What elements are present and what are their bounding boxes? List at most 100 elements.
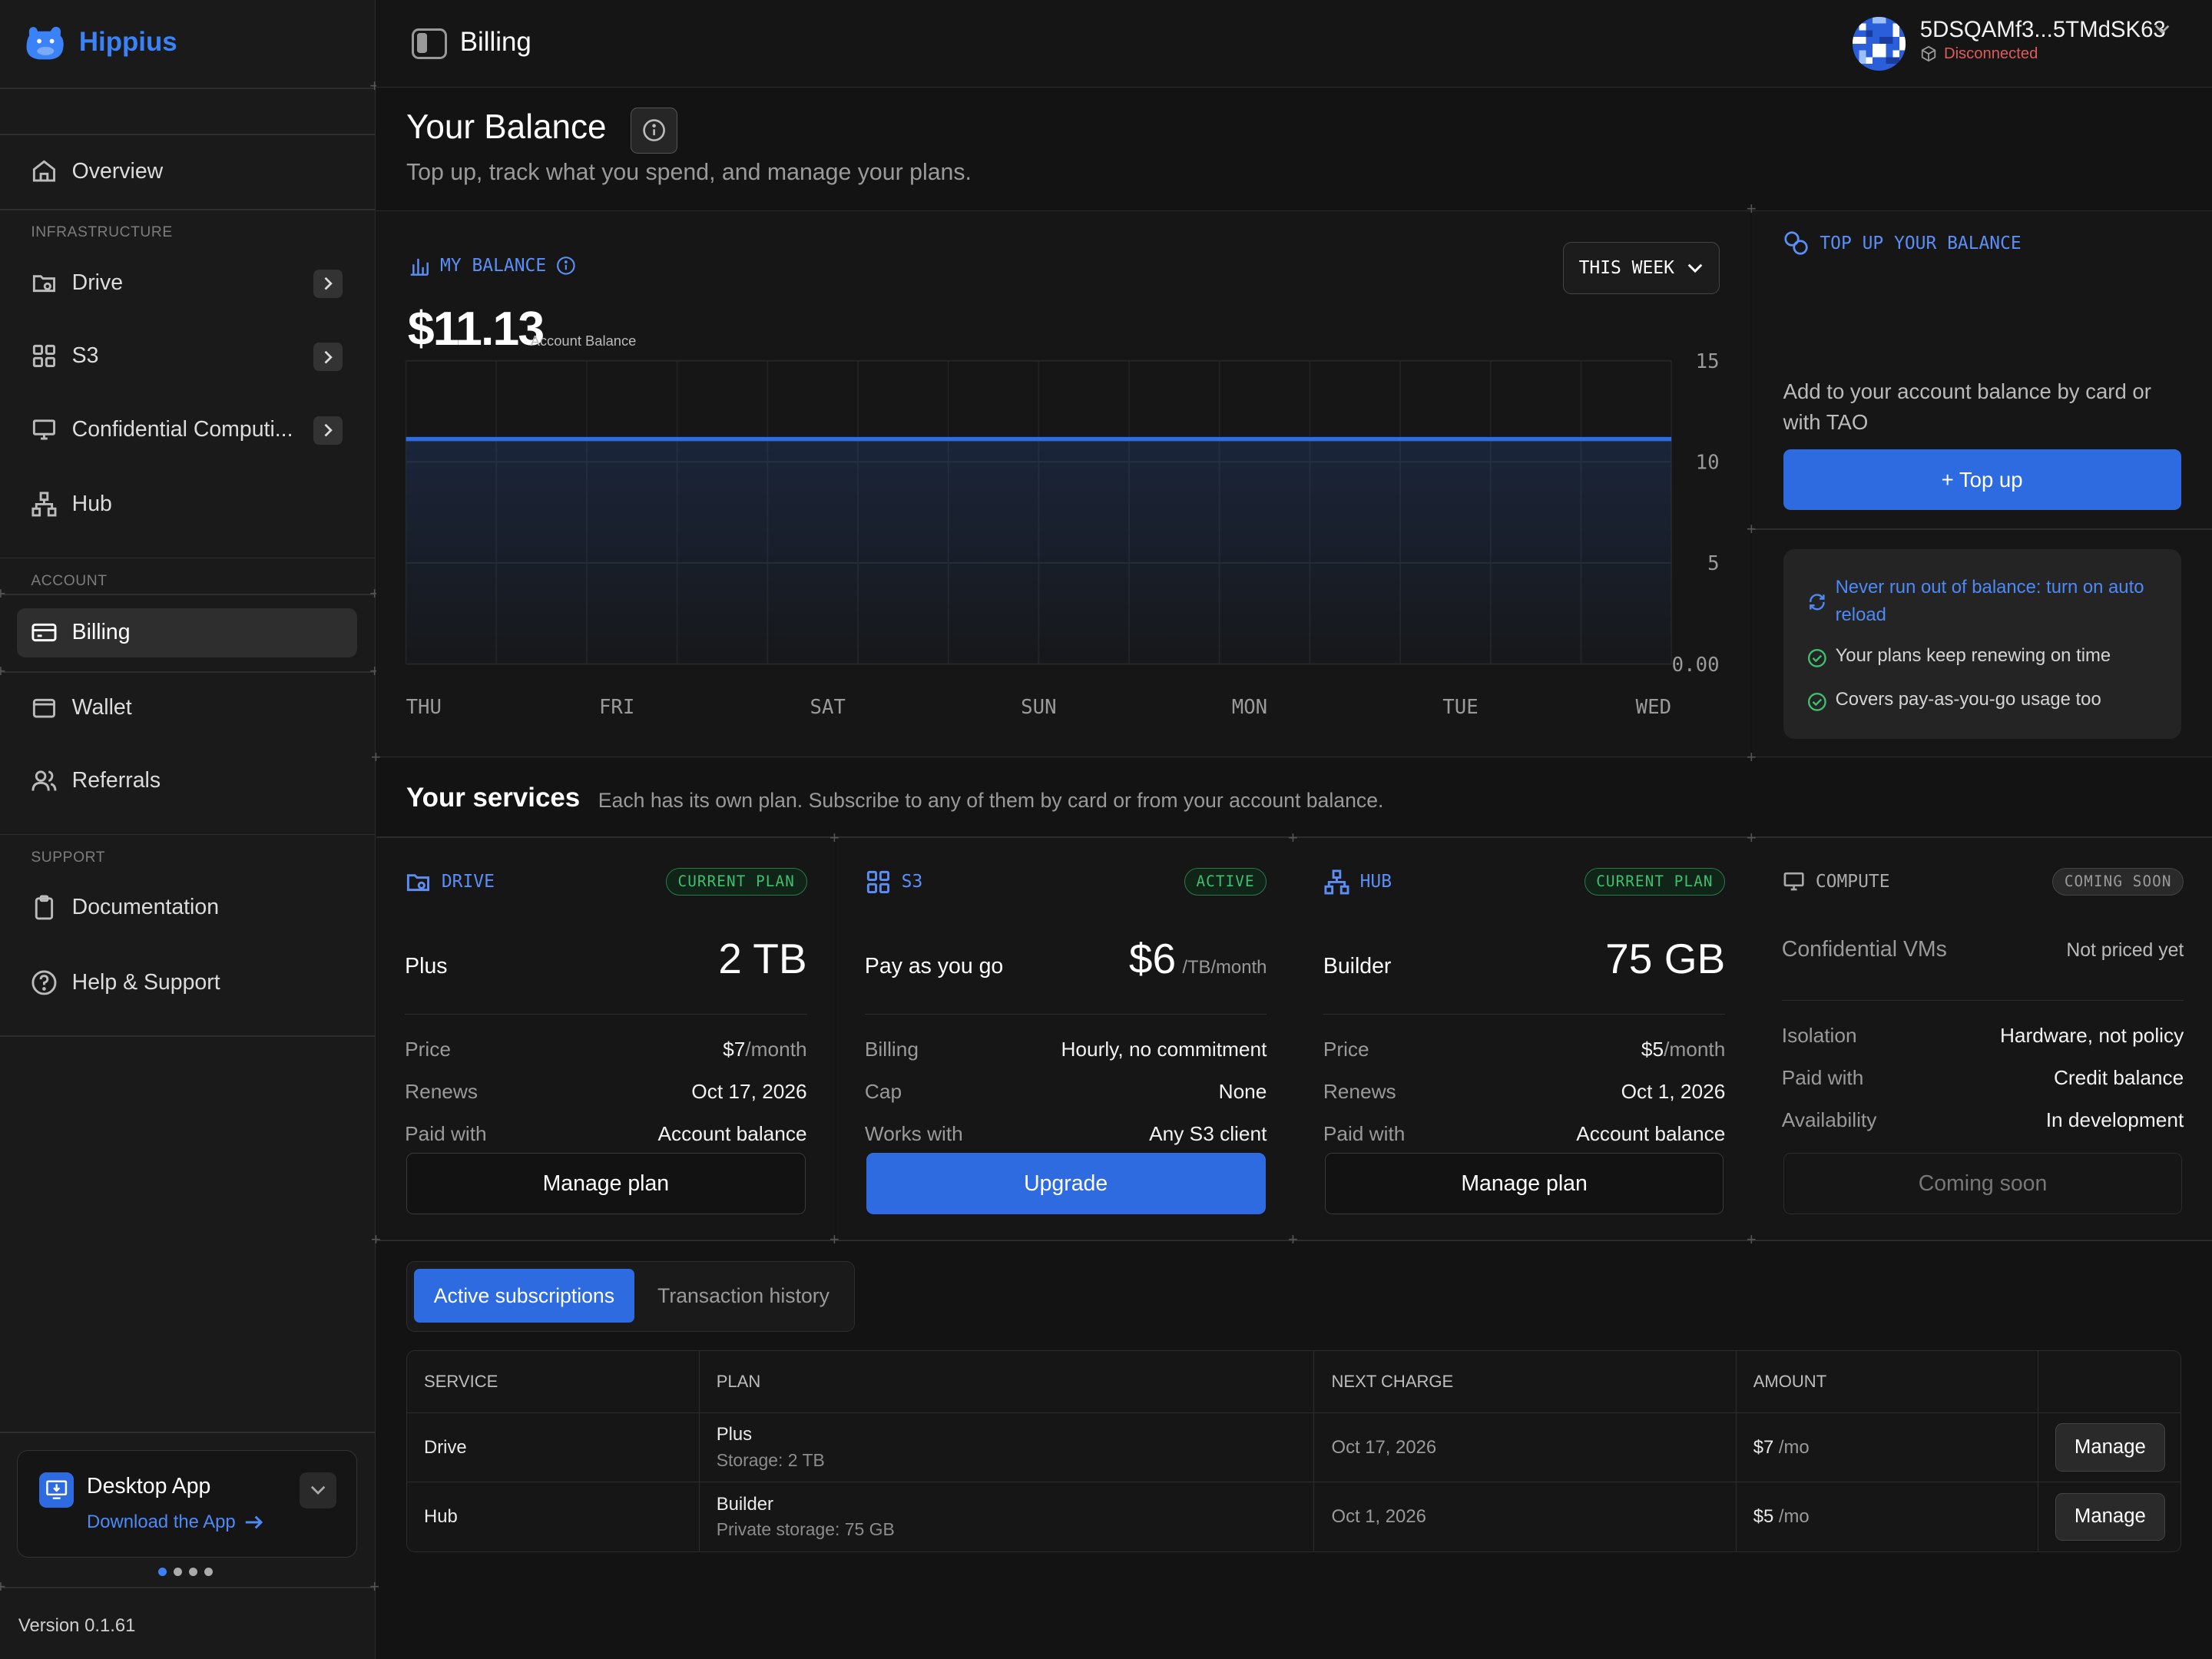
row-value: Hardware, not policy — [1999, 1023, 2184, 1047]
column-header: PLAN — [699, 1350, 1315, 1414]
manage-drive-plan-button[interactable]: Manage plan — [406, 1152, 806, 1215]
row-value: Account balance — [657, 1121, 807, 1145]
services-title: Your services — [406, 783, 581, 813]
refresh-icon — [1809, 593, 1825, 610]
balance-info-button[interactable] — [631, 107, 677, 154]
column-header-actions — [2038, 1350, 2181, 1414]
row-value: Oct 1, 2026 — [1621, 1079, 1726, 1103]
monitor-icon — [1783, 873, 1804, 891]
info-icon — [643, 119, 665, 142]
sidebar-item-referrals[interactable]: Referrals — [17, 756, 357, 805]
sidebar-item-confidential-computing[interactable]: Confidential Computi... — [17, 405, 357, 454]
plan-detail: Private storage: 75 GB — [716, 1519, 895, 1540]
amount-period: /mo — [1778, 1436, 1810, 1458]
download-app-link[interactable]: Download the App — [87, 1512, 263, 1533]
sidebar-item-label: Billing — [71, 620, 131, 645]
app-name: Hippius — [78, 27, 177, 58]
sidebar-item-wallet[interactable]: Wallet — [17, 683, 357, 732]
chevron-down-icon — [310, 1486, 326, 1495]
tab-transaction-history[interactable]: Transaction history — [640, 1269, 847, 1323]
x-tick-label: MON — [1232, 696, 1267, 719]
expand-drive-button[interactable] — [313, 269, 343, 298]
upgrade-s3-button[interactable]: Upgrade — [866, 1152, 1266, 1215]
manage-hub-plan-button[interactable]: Manage plan — [1324, 1152, 1724, 1215]
amount-cell: $5 /mo — [1736, 1482, 2038, 1551]
y-tick-label: 10 — [1696, 451, 1720, 474]
next-charge-cell: Oct 1, 2026 — [1313, 1482, 1737, 1551]
sidebar-item-overview[interactable]: Overview — [17, 147, 357, 196]
row-value: Any S3 client — [1149, 1121, 1267, 1145]
plan-amount: 75 GB — [1605, 934, 1726, 982]
sidebar-item-hub[interactable]: Hub — [17, 479, 357, 528]
sidebar-item-label: Drive — [71, 270, 124, 295]
amount-value: $5 — [1753, 1505, 1774, 1527]
sidebar-item-drive[interactable]: Drive — [17, 258, 357, 307]
topup-description: Add to your account balance by card or w… — [1783, 379, 2151, 434]
auto-reload-card: Never run out of balance: turn on auto r… — [1783, 549, 2181, 739]
monitor-icon — [33, 419, 56, 440]
hippo-logo-icon — [26, 26, 65, 60]
top-header: Billing 5DSQAMf3...5TMdSK63 Disconnected — [376, 0, 2212, 88]
chevron-down-icon[interactable] — [2154, 24, 2170, 35]
y-tick-label: 0.00 — [1672, 653, 1720, 676]
account-id[interactable]: 5DSQAMf3...5TMdSK63 — [1920, 17, 2166, 43]
page-subtitle: Top up, track what you spend, and manage… — [406, 159, 972, 185]
clipboard-icon — [35, 895, 54, 920]
download-app-label: Download the App — [87, 1512, 236, 1533]
status-badge: CURRENT PLAN — [1584, 867, 1726, 896]
manage-drive-button[interactable]: Manage — [2055, 1423, 2165, 1472]
row-label: Price — [405, 1037, 451, 1061]
folder-cloud-icon — [33, 275, 56, 292]
row-label: Paid with — [1323, 1121, 1406, 1145]
collapse-desktop-card-button[interactable] — [300, 1472, 336, 1509]
row-value: $7 — [723, 1037, 746, 1061]
header-title: Billing — [459, 26, 531, 57]
expand-compute-button[interactable] — [313, 416, 343, 445]
status-badge: CURRENT PLAN — [665, 867, 807, 896]
app-logo[interactable]: Hippius — [22, 20, 177, 65]
plan-name: Plus — [405, 953, 448, 979]
subscriptions-table: SERVICE PLAN NEXT CHARGE AMOUNT Drive Pl… — [406, 1349, 2181, 1552]
top-up-button[interactable]: + Top up — [1783, 449, 2181, 511]
page-title: Your Balance — [406, 108, 607, 147]
sidebar-item-label: Confidential Computi... — [71, 416, 293, 442]
x-tick-label: SUN — [1022, 696, 1057, 719]
manage-hub-button[interactable]: Manage — [2055, 1492, 2165, 1541]
sidebar-item-documentation[interactable]: Documentation — [17, 883, 357, 932]
service-cell: Hub — [406, 1482, 700, 1551]
sidebar-item-billing[interactable]: Billing — [17, 608, 357, 657]
tab-active-subscriptions[interactable]: Active subscriptions — [414, 1269, 634, 1323]
sidebar-item-s3[interactable]: S3 — [17, 332, 357, 381]
hub-network-icon — [31, 492, 57, 517]
table-row: Hub Builder Private storage: 75 GB Oct 1,… — [406, 1482, 2181, 1551]
carousel-dots[interactable] — [157, 1567, 214, 1576]
status-badge: Disconnected — [1943, 45, 2038, 62]
service-card-drive: DRIVE CURRENT PLAN Plus 2 TB Price $7/mon… — [376, 838, 836, 1239]
sidebar-toggle-icon[interactable] — [412, 28, 448, 60]
check-circle-icon — [1807, 649, 1826, 667]
service-card-hub: HUB CURRENT PLAN Builder 75 GB Price $5/m… — [1295, 838, 1754, 1239]
row-label: Billing — [864, 1037, 919, 1061]
check-circle-icon — [1807, 692, 1826, 711]
row-label: Renews — [1323, 1079, 1396, 1103]
subscriptions-tabs: Active subscriptions Transaction history — [406, 1261, 856, 1332]
service-name: HUB — [1359, 871, 1392, 892]
expand-s3-button[interactable] — [313, 343, 343, 372]
avatar[interactable] — [1852, 17, 1906, 71]
auto-reload-link[interactable]: Never run out of balance: turn on auto r… — [1836, 574, 2160, 629]
sidebar-item-label: Overview — [71, 158, 164, 184]
wallet-icon — [33, 698, 56, 718]
service-name: COMPUTE — [1815, 871, 1890, 892]
row-label: Paid with — [1781, 1065, 1864, 1089]
amount-period: /mo — [1778, 1505, 1810, 1527]
desktop-app-title: Desktop App — [87, 1473, 211, 1498]
section-label-infrastructure: INFRASTRUCTURE — [31, 224, 173, 241]
row-label: Works with — [864, 1121, 963, 1145]
x-tick-label: THU — [406, 696, 442, 719]
plan-name: Builder — [716, 1493, 773, 1515]
sidebar-item-help-support[interactable]: Help & Support — [17, 958, 357, 1007]
balance-chart: 15 10 5 0.00 THU FRI SAT SUN MON TUE WED — [406, 350, 1720, 719]
row-label: Renews — [405, 1079, 478, 1103]
topup-label-text: TOP UP YOUR BALANCE — [1820, 233, 2022, 253]
column-header: NEXT CHARGE — [1313, 1350, 1737, 1414]
